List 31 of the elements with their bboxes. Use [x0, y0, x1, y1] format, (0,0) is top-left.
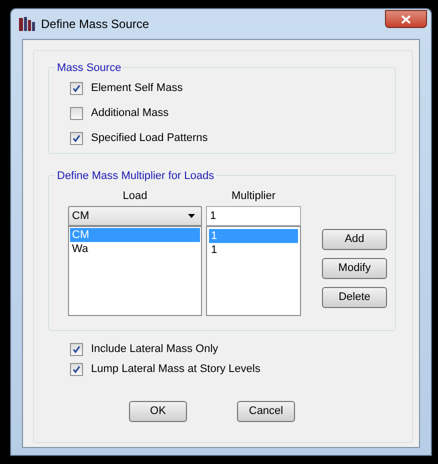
close-button[interactable]: [385, 10, 427, 28]
checkbox-label: Additional Mass: [91, 106, 169, 121]
check-icon: [72, 84, 81, 92]
checkbox[interactable]: [70, 362, 83, 376]
checkbox[interactable]: [70, 106, 83, 120]
checkbox-label: Specified Load Patterns: [91, 130, 208, 146]
caret-icon: [188, 214, 195, 218]
column-header: Load: [122, 189, 148, 204]
dialog-button[interactable]: Modify: [322, 258, 387, 279]
dialog-button[interactable]: Cancel: [237, 401, 295, 422]
check-icon: [72, 364, 81, 374]
checkbox-label: Lump Lateral Mass at Story Levels: [91, 362, 260, 377]
load-dropdown[interactable]: CM: [68, 206, 202, 226]
multiplier-field[interactable]: 1: [206, 206, 301, 226]
checkbox[interactable]: [70, 132, 83, 144]
checkbox[interactable]: [70, 342, 83, 356]
window-title: Define Mass Source: [41, 16, 150, 33]
dialog-button[interactable]: Delete: [322, 287, 387, 308]
list-item[interactable]: 1: [209, 243, 298, 257]
dialog-button[interactable]: OK: [129, 401, 187, 422]
column-header: Multiplier: [230, 189, 276, 204]
group-title: Define Mass Multiplier for Loads: [55, 168, 216, 184]
checkbox-label: Element Self Mass: [91, 80, 183, 96]
check-icon: [72, 134, 81, 142]
checkbox[interactable]: [70, 82, 83, 94]
app-icon: [19, 17, 35, 31]
checkbox-label: Include Lateral Mass Only: [91, 342, 218, 357]
dialog-button[interactable]: Add: [322, 229, 387, 250]
list-item[interactable]: Wa: [70, 242, 200, 256]
close-icon: [401, 14, 411, 24]
check-icon: [72, 344, 81, 354]
